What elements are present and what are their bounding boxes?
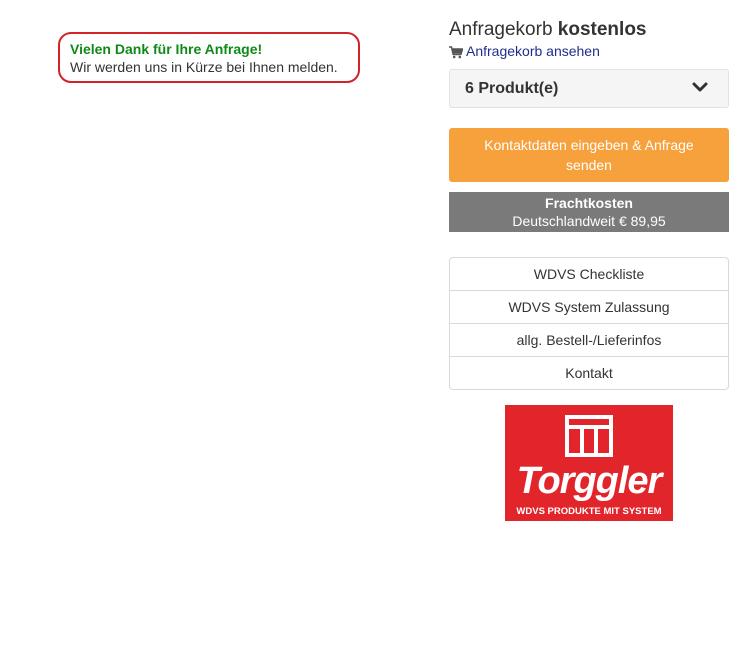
notice-text: Wir werden uns in Kürze bei Ihnen melden… (70, 59, 338, 75)
torggler-logo[interactable]: Torggler WDVS PRODUKTE MIT SYSTEM (505, 405, 673, 521)
success-notice: Vielen Dank für Ihre Anfrage! Wir werden… (58, 32, 360, 83)
torggler-emblem-icon (565, 415, 613, 457)
basket-title: Anfragekorb kostenlos (449, 19, 647, 41)
submit-request-button[interactable]: Kontaktdaten eingeben & Anfrage senden (449, 128, 729, 182)
link-wdvs-checkliste[interactable]: WDVS Checkliste (450, 258, 728, 290)
info-links: WDVS Checkliste WDVS System Zulassung al… (449, 257, 729, 390)
notice-title: Vielen Dank für Ihre Anfrage! (70, 41, 263, 57)
link-kontakt[interactable]: Kontakt (450, 356, 728, 389)
freight-title: Frachtkosten (545, 195, 633, 211)
basket-title-bold: kostenlos (557, 19, 647, 40)
link-bestell-lieferinfos[interactable]: allg. Bestell-/Lieferinfos (450, 323, 728, 356)
product-count-dropdown[interactable]: 6 Produkt(e) (449, 69, 729, 108)
view-basket-link[interactable]: Anfragekorb ansehen (449, 42, 600, 60)
basket-title-prefix: Anfragekorb (449, 19, 553, 40)
product-count: 6 Produkt(e) (465, 79, 559, 97)
freight-cost-box: Frachtkosten Deutschlandweit € 89,95 (449, 192, 729, 232)
logo-brand: Torggler (517, 460, 665, 502)
shopping-cart-icon (449, 45, 464, 58)
freight-text: Deutschlandweit € 89,95 (512, 213, 666, 229)
logo-tagline: WDVS PRODUKTE MIT SYSTEM (516, 506, 661, 517)
link-wdvs-zulassung[interactable]: WDVS System Zulassung (450, 290, 728, 323)
view-basket-label: Anfragekorb ansehen (466, 43, 600, 59)
chevron-down-icon (692, 80, 708, 98)
